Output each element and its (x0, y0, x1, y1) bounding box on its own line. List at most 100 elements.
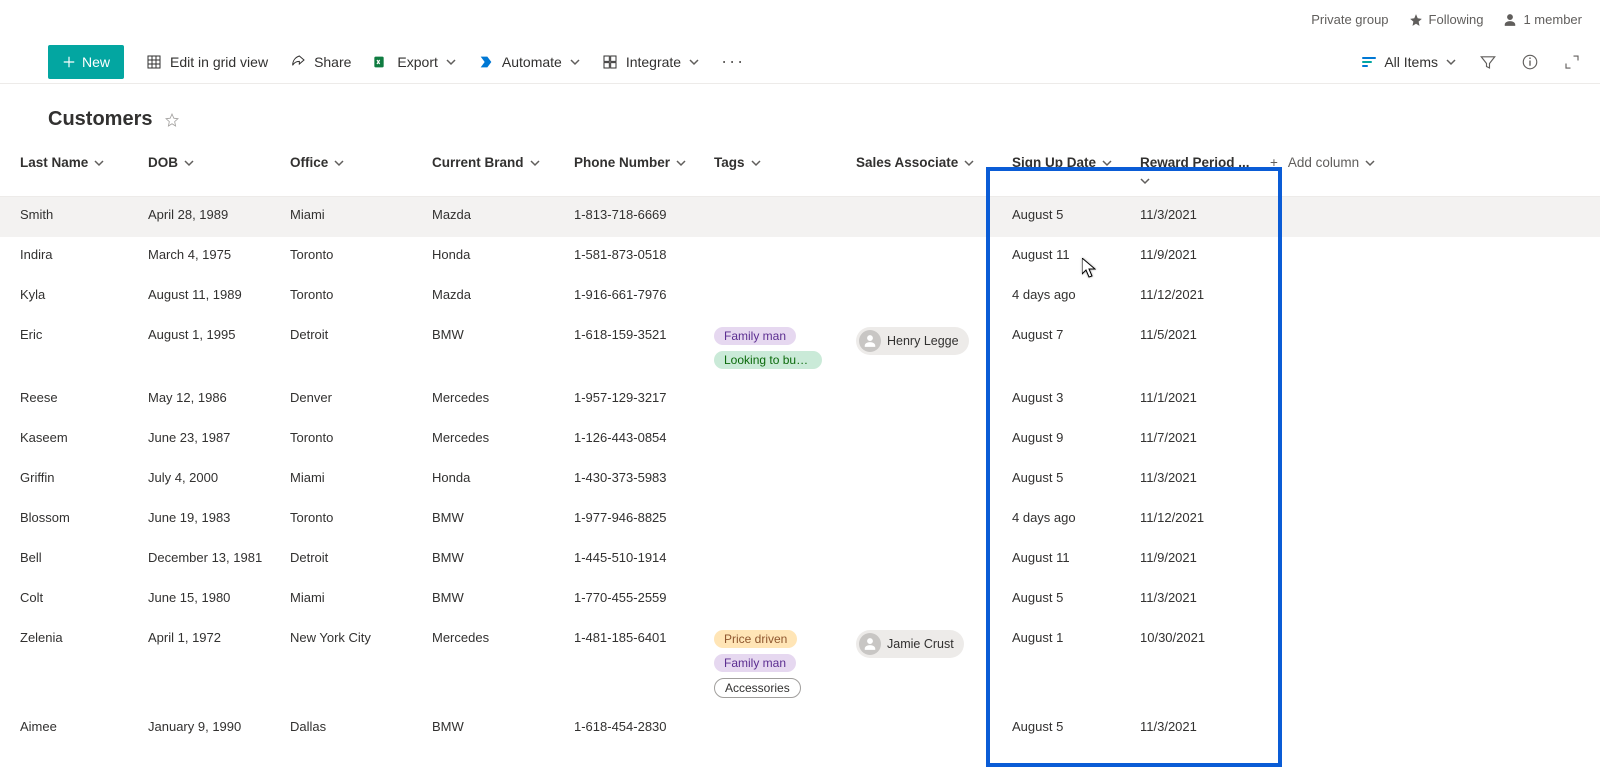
cell-last-name: Griffin (0, 470, 140, 485)
chevron-down-icon (689, 57, 699, 67)
chevron-down-icon (676, 158, 686, 168)
table-row[interactable]: BlossomJune 19, 1983TorontoBMW1-977-946-… (0, 500, 1600, 540)
cell-last-name: Colt (0, 590, 140, 605)
add-column-button[interactable]: +Add column (1262, 155, 1600, 170)
cell-brand: Honda (424, 470, 566, 485)
tag-pill: Accessories (714, 678, 801, 698)
chevron-down-icon (964, 158, 974, 168)
view-selector[interactable]: All Items (1362, 54, 1456, 70)
cell-sales-associate: Jamie Crust (848, 630, 990, 658)
cell-dob: March 4, 1975 (140, 247, 282, 262)
col-tags[interactable]: Tags (706, 155, 848, 170)
customers-list: Last Name DOB Office Current Brand Phone… (0, 145, 1600, 749)
filter-icon (1479, 53, 1497, 71)
star-icon (1409, 13, 1423, 27)
col-phone[interactable]: Phone Number (566, 155, 706, 170)
follow-toggle[interactable]: Following (1409, 12, 1484, 27)
col-reward-period[interactable]: Reward Period ... (1132, 155, 1262, 186)
cell-tags: Price drivenFamily manAccessories (706, 630, 848, 698)
cell-reward-period: 11/5/2021 (1132, 327, 1262, 342)
chevron-down-icon (1446, 57, 1456, 67)
cell-brand: Mazda (424, 287, 566, 302)
table-row[interactable]: ZeleniaApril 1, 1972New York CityMercede… (0, 620, 1600, 709)
chevron-down-icon (184, 158, 194, 168)
plus-icon: + (1270, 155, 1278, 170)
avatar (859, 633, 881, 655)
cell-dob: May 12, 1986 (140, 390, 282, 405)
table-row[interactable]: SmithApril 28, 1989MiamiMazda1-813-718-6… (0, 197, 1600, 237)
table-row[interactable]: KylaAugust 11, 1989TorontoMazda1-916-661… (0, 277, 1600, 317)
export-button[interactable]: Export (373, 54, 455, 70)
col-current-brand[interactable]: Current Brand (424, 155, 566, 170)
cell-brand: Honda (424, 247, 566, 262)
cell-office: Detroit (282, 550, 424, 565)
info-button[interactable] (1520, 52, 1540, 72)
cell-phone: 1-813-718-6669 (566, 207, 706, 222)
table-row[interactable]: ReeseMay 12, 1986DenverMercedes1-957-129… (0, 380, 1600, 420)
cell-reward-period: 11/7/2021 (1132, 430, 1262, 445)
group-visibility: Private group (1311, 12, 1388, 27)
cell-reward-period: 11/3/2021 (1132, 590, 1262, 605)
table-row[interactable]: EricAugust 1, 1995DetroitBMW1-618-159-35… (0, 317, 1600, 380)
chevron-down-icon (570, 57, 580, 67)
chevron-down-icon (1365, 158, 1375, 168)
filter-button[interactable] (1478, 52, 1498, 72)
cell-office: Miami (282, 470, 424, 485)
col-office[interactable]: Office (282, 155, 424, 170)
cell-brand: BMW (424, 550, 566, 565)
cell-phone: 1-770-455-2559 (566, 590, 706, 605)
more-actions-button[interactable]: ··· (721, 51, 745, 72)
col-dob[interactable]: DOB (140, 155, 282, 170)
table-row[interactable]: GriffinJuly 4, 2000MiamiHonda1-430-373-5… (0, 460, 1600, 500)
col-label: Sign Up Date (1012, 155, 1096, 170)
export-label: Export (397, 54, 437, 70)
col-last-name[interactable]: Last Name (0, 155, 140, 170)
table-row[interactable]: KaseemJune 23, 1987TorontoMercedes1-126-… (0, 420, 1600, 460)
cell-dob: June 15, 1980 (140, 590, 282, 605)
site-header-bar: Private group Following 1 member (0, 0, 1600, 40)
col-signup-date[interactable]: Sign Up Date (990, 155, 1132, 170)
favorite-star-icon[interactable] (164, 112, 180, 128)
col-label: Office (290, 155, 328, 170)
excel-icon (373, 54, 389, 70)
edit-grid-button[interactable]: Edit in grid view (146, 54, 268, 70)
table-row[interactable]: BellDecember 13, 1981DetroitBMW1-445-510… (0, 540, 1600, 580)
cell-signup-date: August 9 (990, 430, 1132, 445)
expand-button[interactable] (1562, 52, 1582, 72)
table-row[interactable]: ColtJune 15, 1980MiamiBMW1-770-455-2559A… (0, 580, 1600, 620)
person-name: Jamie Crust (887, 637, 954, 651)
cell-office: Miami (282, 207, 424, 222)
cell-dob: August 1, 1995 (140, 327, 282, 342)
new-button[interactable]: New (48, 45, 124, 79)
automate-button[interactable]: Automate (478, 54, 580, 70)
col-label: DOB (148, 155, 178, 170)
members-link[interactable]: 1 member (1503, 12, 1582, 27)
chevron-down-icon (1140, 176, 1150, 186)
cell-brand: BMW (424, 719, 566, 734)
table-row[interactable]: IndiraMarch 4, 1975TorontoHonda1-581-873… (0, 237, 1600, 277)
cell-signup-date: 4 days ago (990, 510, 1132, 525)
cell-signup-date: August 3 (990, 390, 1132, 405)
cell-reward-period: 10/30/2021 (1132, 630, 1262, 645)
share-icon (290, 54, 306, 70)
share-button[interactable]: Share (290, 54, 351, 70)
list-title-bar: Customers (0, 84, 1600, 145)
cell-reward-period: 11/9/2021 (1132, 550, 1262, 565)
cell-office: Toronto (282, 510, 424, 525)
info-icon (1521, 53, 1539, 71)
cell-dob: August 11, 1989 (140, 287, 282, 302)
cell-reward-period: 11/12/2021 (1132, 287, 1262, 302)
members-label: 1 member (1523, 12, 1582, 27)
integrate-label: Integrate (626, 54, 681, 70)
share-label: Share (314, 54, 351, 70)
view-label: All Items (1384, 54, 1438, 70)
chevron-down-icon (334, 158, 344, 168)
cell-phone: 1-977-946-8825 (566, 510, 706, 525)
col-label: Last Name (20, 155, 88, 170)
integrate-button[interactable]: Integrate (602, 54, 699, 70)
cell-office: Toronto (282, 247, 424, 262)
col-label: Reward Period ... (1140, 155, 1250, 170)
table-row[interactable]: AimeeJanuary 9, 1990DallasBMW1-618-454-2… (0, 709, 1600, 749)
chevron-down-icon (446, 57, 456, 67)
col-sales-assoc[interactable]: Sales Associate (848, 155, 990, 170)
